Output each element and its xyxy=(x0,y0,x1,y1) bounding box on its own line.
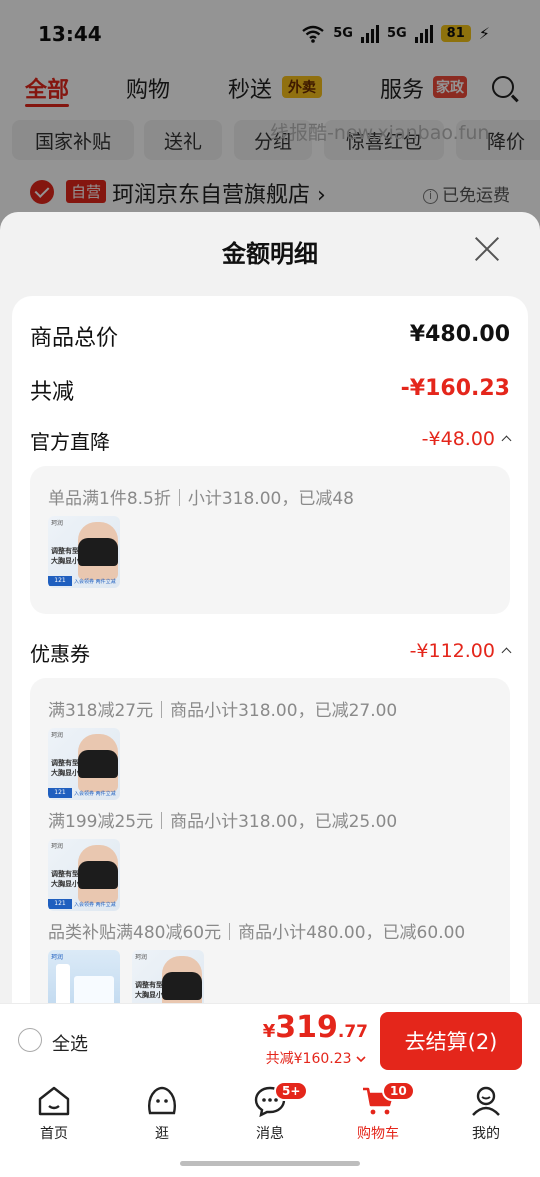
tab-cart[interactable]: 10 购物车 xyxy=(338,1081,418,1143)
close-icon[interactable] xyxy=(474,236,500,262)
thumb-brand: 珂润 xyxy=(135,954,148,961)
goods-total-label: 商品总价 xyxy=(30,326,119,351)
tab-cart-label: 购物车 xyxy=(357,1126,399,1142)
profile-icon xyxy=(472,1086,500,1116)
select-all-checkbox[interactable] xyxy=(18,1028,42,1052)
chevron-up-icon xyxy=(501,647,512,658)
thumb-price: 121 xyxy=(48,899,72,909)
chevron-down-icon xyxy=(356,1056,366,1063)
thumb-brand: 珂润 xyxy=(51,732,64,739)
coupon-detail-text: 满318减27元｜商品小计318.00，已减27.00 xyxy=(48,701,398,721)
home-indicator xyxy=(180,1161,360,1166)
thumb-line1: 调整有型 xyxy=(51,547,79,555)
coupon-toggle[interactable]: -¥112.00 xyxy=(409,640,512,662)
tab-me[interactable]: 我的 xyxy=(446,1085,526,1143)
thumb-foot: 入会领券 两件立减 xyxy=(74,902,116,908)
chevron-up-icon xyxy=(501,435,512,446)
thumb-price: 121 xyxy=(48,788,72,798)
detail-card: 商品总价 ¥480.00 共减 -¥160.23 官方直降 -¥48.00 单品… xyxy=(12,296,528,1138)
total-off-label: 共减 xyxy=(30,380,75,405)
thumb-line2: 大胸显小 xyxy=(135,991,163,999)
thumb-line1: 调整有型 xyxy=(135,981,163,989)
product-bra-shape xyxy=(78,750,118,778)
thumb-line1: 调整有型 xyxy=(51,870,79,878)
select-all-label[interactable]: 全选 xyxy=(52,1030,88,1056)
official-discount-detail: 单品满1件8.5折｜小计318.00，已减48 珂润调整有型大胸显小 121 入会领… xyxy=(30,466,510,614)
browse-face-icon xyxy=(147,1086,177,1115)
thumb-foot: 入会领券 两件立减 xyxy=(74,791,116,797)
coupon-detail-text: 品类补贴满480减60元｜商品小计480.00，已减60.00 xyxy=(48,923,466,943)
thumb-brand: 珂润 xyxy=(51,843,64,850)
thumb-brand: 珂润 xyxy=(51,520,64,527)
coupon-value: -¥112.00 xyxy=(409,640,495,662)
tab-browse[interactable]: 逛 xyxy=(122,1085,202,1143)
official-discount-toggle[interactable]: -¥48.00 xyxy=(421,428,512,450)
coupon-detail-text: 满199减25元｜商品小计318.00，已减25.00 xyxy=(48,812,398,832)
checkout-button[interactable]: 去结算(2) xyxy=(380,1012,522,1070)
total-off-summary-toggle[interactable]: 共减¥160.23 xyxy=(266,1048,366,1068)
total-decimal: .77 xyxy=(337,1022,368,1042)
total-integer: 319 xyxy=(275,1010,338,1045)
goods-total-value: ¥480.00 xyxy=(409,322,510,347)
bottom-tab-bar: 首页 逛 5+ 消息 10 购物车 我的 xyxy=(0,1077,540,1177)
product-thumbnail[interactable]: 珂润调整有型大胸显小 121入会领券 两件立减 xyxy=(48,516,120,588)
thumb-line1: 调整有型 xyxy=(51,759,79,767)
tab-home-label: 首页 xyxy=(40,1126,68,1142)
thumb-line2: 大胸显小 xyxy=(51,557,79,565)
total-price: ¥319.77 xyxy=(263,1010,368,1045)
tab-messages[interactable]: 5+ 消息 xyxy=(230,1081,310,1143)
thumb-brand: 珂润 xyxy=(51,954,64,961)
tab-home[interactable]: 首页 xyxy=(14,1085,94,1143)
thumb-foot: 入会领券 两件立减 xyxy=(74,579,116,585)
sheet-title: 金额明细 xyxy=(222,240,318,268)
coupon-label: 优惠券 xyxy=(30,642,90,666)
official-discount-label: 官方直降 xyxy=(30,430,110,454)
modal-backdrop[interactable] xyxy=(0,0,540,230)
official-detail-text: 单品满1件8.5折｜小计318.00，已减48 xyxy=(48,489,354,509)
product-bra-shape xyxy=(78,538,118,566)
total-off-value: -¥160.23 xyxy=(400,376,510,401)
cart-badge: 10 xyxy=(382,1081,415,1101)
thumb-price: 121 xyxy=(48,576,72,586)
checkout-bar: 全选 ¥319.77 共减¥160.23 去结算(2) xyxy=(0,1003,540,1077)
total-off-summary: 共减¥160.23 xyxy=(265,1051,352,1067)
official-discount-value: -¥48.00 xyxy=(421,428,495,450)
currency-symbol: ¥ xyxy=(262,1021,276,1042)
thumb-line2: 大胸显小 xyxy=(51,769,79,777)
tab-messages-label: 消息 xyxy=(256,1126,284,1142)
home-icon xyxy=(38,1086,70,1116)
product-bra-shape xyxy=(78,861,118,889)
product-bra-shape xyxy=(162,972,202,1000)
product-thumbnail[interactable]: 珂润调整有型大胸显小 121入会领券 两件立减 xyxy=(48,728,120,800)
tab-browse-label: 逛 xyxy=(155,1126,169,1142)
messages-badge: 5+ xyxy=(274,1081,309,1101)
product-thumbnail[interactable]: 珂润调整有型大胸显小 121入会领券 两件立减 xyxy=(48,839,120,911)
thumb-line2: 大胸显小 xyxy=(51,880,79,888)
tab-me-label: 我的 xyxy=(472,1126,500,1142)
